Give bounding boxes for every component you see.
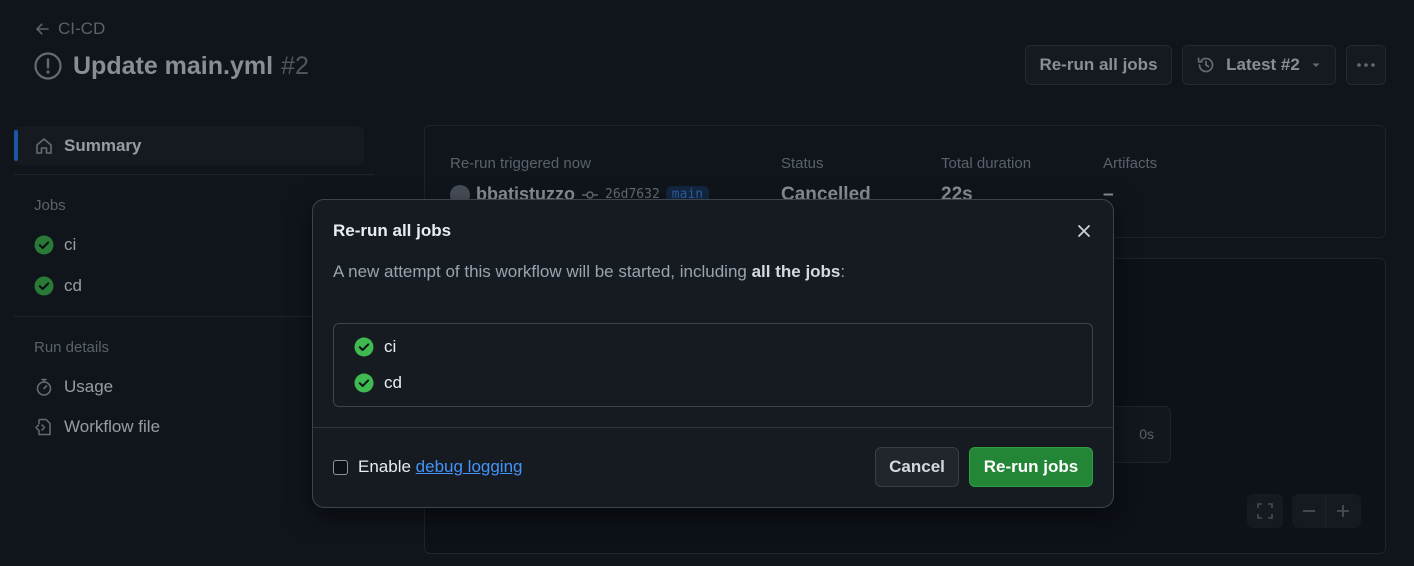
debug-logging-option: Enable debug logging	[333, 457, 523, 477]
debug-logging-text: Enable debug logging	[358, 457, 523, 477]
dialog-title: Re-run all jobs	[333, 221, 452, 240]
description-text: A new attempt of this workflow will be s…	[333, 262, 752, 281]
close-icon	[1078, 225, 1090, 237]
list-item: ci	[354, 337, 396, 357]
dialog-footer-divider	[313, 427, 1113, 428]
description-emphasis: all the jobs	[751, 262, 841, 281]
debug-prefix: Enable	[358, 457, 416, 476]
job-label: cd	[384, 373, 402, 392]
debug-logging-link[interactable]: debug logging	[416, 457, 523, 476]
rerun-dialog: Re-run all jobs A new attempt of this wo…	[312, 199, 1114, 508]
rerun-jobs-button[interactable]: Re-run jobs	[969, 447, 1093, 487]
check-circle-icon	[354, 373, 374, 393]
list-item: cd	[354, 373, 402, 393]
job-label: ci	[384, 337, 397, 356]
description-suffix: :	[840, 262, 846, 281]
check-circle-icon	[354, 337, 374, 357]
jobs-list: ci cd	[333, 323, 1093, 407]
close-button[interactable]	[1073, 220, 1095, 242]
debug-logging-checkbox[interactable]	[333, 459, 348, 475]
cancel-button[interactable]: Cancel	[875, 447, 959, 487]
dialog-description: A new attempt of this workflow will be s…	[333, 262, 845, 282]
